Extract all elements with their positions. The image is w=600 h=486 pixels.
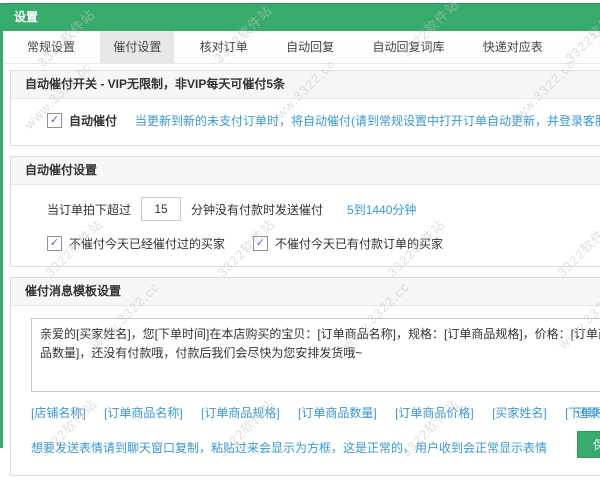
restore-default-link[interactable]: 还原为默认	[576, 404, 600, 421]
delay-prefix-label: 当订单拍下超过	[47, 202, 132, 217]
tab-auto-reply-thesaurus[interactable]: 自动回复词库	[359, 31, 457, 63]
tag-order-item-name[interactable]: [订单商品名称]	[104, 406, 183, 420]
tag-order-item-quantity[interactable]: [订单商品数量]	[298, 406, 377, 420]
panel-message-template: 催付消息模板设置 亲爱的[买家姓名]，您[下单时间]在本店购买的宝贝：[订单商品…	[10, 277, 600, 476]
delay-minutes-input[interactable]	[141, 197, 182, 221]
tag-buyer-name[interactable]: [买家姓名]	[492, 406, 547, 420]
settings-window: 设置 常规设置 催付设置 核对订单 自动回复 自动回复词库 快递对应表 自动催付…	[0, 0, 600, 476]
emoji-paste-note: 想要发送表情请到聊天窗口复制，粘贴过来会显示为方框，这是正常的，用户收到会正常显…	[31, 441, 548, 455]
tag-order-item-spec[interactable]: [订单商品规格]	[201, 406, 280, 420]
delay-suffix-label: 分钟没有付款时发送催付	[191, 202, 324, 217]
save-button[interactable]: 保存	[577, 431, 600, 458]
window-left-border	[0, 3, 3, 448]
panel-auto-urge-settings-header: 自动催付设置	[11, 157, 600, 185]
tab-auto-reply[interactable]: 自动回复	[273, 31, 347, 63]
title-bar: 设置	[0, 3, 600, 31]
tab-express-mapping[interactable]: 快递对应表	[470, 31, 556, 63]
panel-message-template-header: 催付消息模板设置	[11, 278, 600, 306]
tab-urge-payment-settings[interactable]: 催付设置	[100, 31, 175, 63]
panel-auto-urge-settings: 自动催付设置 当订单拍下超过 分钟没有付款时发送催付 5到1440分钟 ✓ 不催…	[10, 156, 600, 267]
template-message-textarea[interactable]: 亲爱的[买家姓名]，您[下单时间]在本店购买的宝贝：[订单商品名称]，规格：[订…	[31, 318, 600, 392]
skip-paid-buyers-label[interactable]: 不催付今天已有付款订单的买家	[275, 235, 443, 252]
skip-already-urged-checkbox[interactable]: ✓	[47, 236, 62, 251]
auto-urge-hint-text: 当更新到新的未支付订单时，将自动催付(请到常规设置中打开订单自动更新，并登录客服…	[135, 114, 600, 128]
settings-tab-bar: 常规设置 催付设置 核对订单 自动回复 自动回复词库 快递对应表	[3, 31, 600, 64]
template-variable-tags: [店铺名称] [订单商品名称] [订单商品规格] [订单商品数量] [订单商品价…	[31, 404, 600, 420]
window-title: 设置	[14, 10, 39, 24]
auto-urge-checkbox-label[interactable]: 自动催付	[69, 112, 117, 129]
tag-order-item-price[interactable]: [订单商品价格]	[395, 406, 474, 420]
tag-shop-name[interactable]: [店铺名称]	[31, 406, 86, 420]
panel-auto-urge-switch-header: 自动催付开关 - VIP无限制，非VIP每天可催付5条	[11, 71, 600, 99]
auto-urge-checkbox[interactable]: ✓	[47, 113, 62, 128]
skip-paid-buyers-checkbox[interactable]: ✓	[253, 236, 269, 251]
panel-auto-urge-switch: 自动催付开关 - VIP无限制，非VIP每天可催付5条 ✓ 自动催付 当更新到新…	[10, 70, 600, 146]
settings-content: 自动催付开关 - VIP无限制，非VIP每天可催付5条 ✓ 自动催付 当更新到新…	[3, 64, 600, 486]
tab-general-settings[interactable]: 常规设置	[14, 31, 88, 63]
delay-range-hint: 5到1440分钟	[347, 202, 417, 217]
tab-check-orders[interactable]: 核对订单	[187, 31, 261, 63]
skip-already-urged-label[interactable]: 不催付今天已经催付过的买家	[69, 235, 225, 252]
